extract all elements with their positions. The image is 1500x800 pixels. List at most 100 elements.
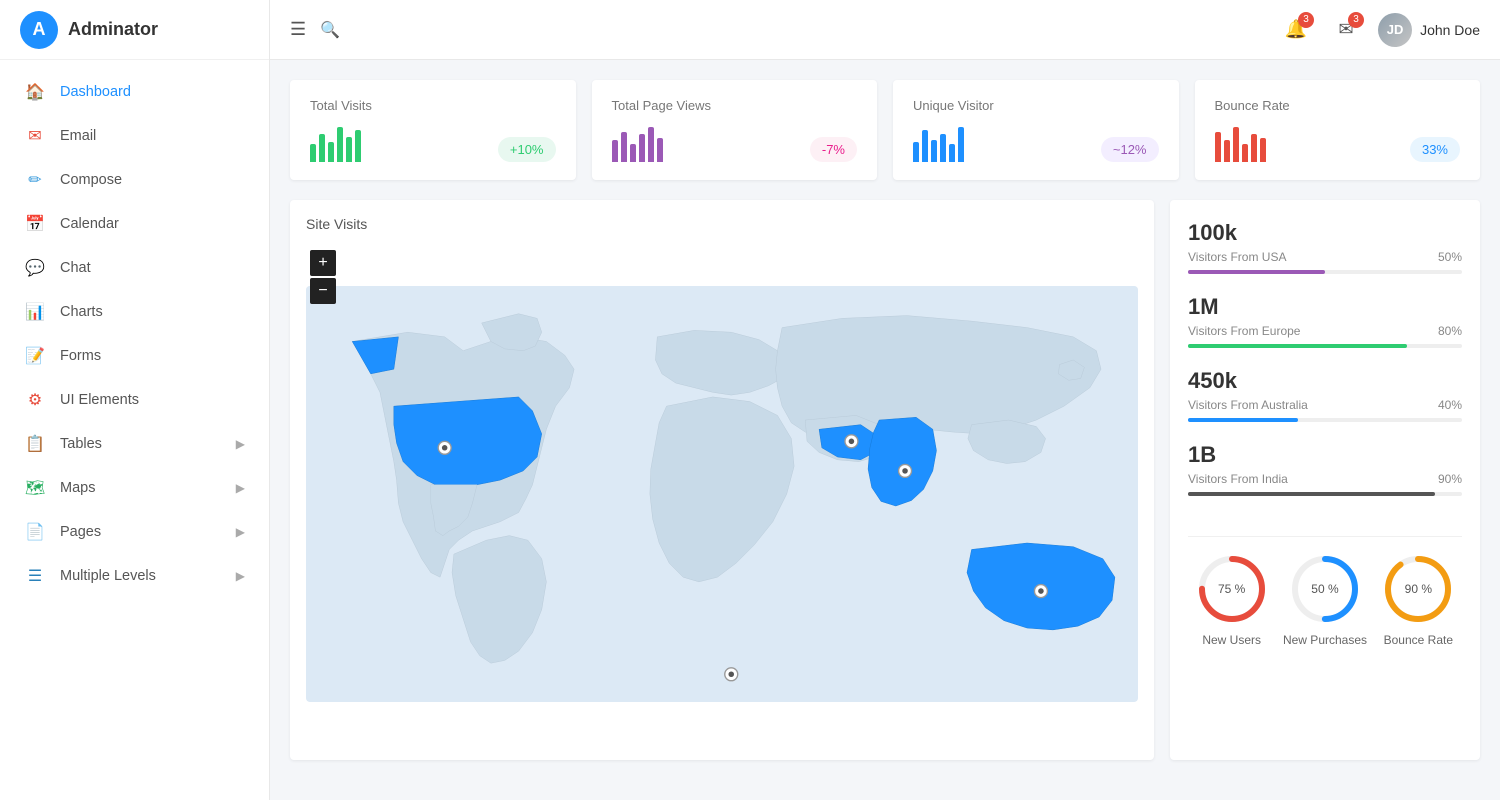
ui-icon: ⚙ <box>24 389 46 411</box>
sidebar-item-label: Compose <box>60 172 122 188</box>
zoom-out-button[interactable]: − <box>310 278 336 304</box>
sidebar-item-forms[interactable]: 📝 Forms <box>0 334 269 378</box>
levels-icon: ☰ <box>24 565 46 587</box>
sidebar-logo: A Adminator <box>0 0 269 60</box>
donut-chart: 90 % <box>1382 553 1454 625</box>
visitor-stat: 100k Visitors From USA 50% <box>1188 220 1462 276</box>
sidebar-item-compose[interactable]: ✏ Compose <box>0 158 269 202</box>
expand-arrow-icon: ▶ <box>236 437 245 451</box>
sidebar-item-charts[interactable]: 📊 Charts <box>0 290 269 334</box>
sidebar-item-maps[interactable]: 🗺 Maps ▶ <box>0 466 269 510</box>
stat-body: ~12% <box>913 127 1159 162</box>
username: John Doe <box>1420 22 1480 38</box>
visitor-pct: 40% <box>1438 398 1462 412</box>
visitor-amount: 450k <box>1188 368 1462 394</box>
home-icon: 🏠 <box>24 81 46 103</box>
main-area: ☰ 🔍 🔔 3 ✉ 3 JD John Doe Total Visits +10… <box>270 0 1500 800</box>
stat-badge: -7% <box>810 137 857 162</box>
stat-body: 33% <box>1215 127 1461 162</box>
bar <box>630 144 636 162</box>
avatar: JD <box>1378 13 1412 47</box>
bar <box>913 142 919 162</box>
sidebar-item-label: Pages <box>60 524 101 540</box>
visitor-label: Visitors From Australia <box>1188 398 1308 412</box>
bar <box>621 132 627 162</box>
logo-icon: A <box>20 11 58 49</box>
visitor-label: Visitors From USA <box>1188 250 1286 264</box>
sidebar-item-calendar[interactable]: 📅 Calendar <box>0 202 269 246</box>
compose-icon: ✏ <box>24 169 46 191</box>
stat-card-0: Total Visits +10% <box>290 80 576 180</box>
visitor-label-row: Visitors From Australia 40% <box>1188 398 1462 412</box>
sidebar-item-label: Multiple Levels <box>60 568 156 584</box>
bar <box>1251 134 1257 162</box>
hamburger-button[interactable]: ☰ <box>290 19 306 40</box>
donut-label: Bounce Rate <box>1384 633 1453 647</box>
visitor-stat: 1M Visitors From Europe 80% <box>1188 294 1462 350</box>
content-area: Total Visits +10% Total Page Views -7% U… <box>270 60 1500 800</box>
progress-bar <box>1188 418 1462 422</box>
stat-badge: 33% <box>1410 137 1460 162</box>
stat-card-1: Total Page Views -7% <box>592 80 878 180</box>
user-menu[interactable]: JD John Doe <box>1378 13 1480 47</box>
progress-bar <box>1188 492 1462 496</box>
sidebar-item-pages[interactable]: 📄 Pages ▶ <box>0 510 269 554</box>
stat-cards: Total Visits +10% Total Page Views -7% U… <box>290 80 1480 180</box>
donut-chart: 75 % <box>1196 553 1268 625</box>
calendar-icon: 📅 <box>24 213 46 235</box>
donut-label: New Users <box>1202 633 1261 647</box>
charts-icon: 📊 <box>24 301 46 323</box>
progress-bar <box>1188 270 1462 274</box>
progress-bar <box>1188 344 1462 348</box>
expand-arrow-icon: ▶ <box>236 525 245 539</box>
sidebar-nav: 🏠 Dashboard ✉ Email ✏ Compose 📅 Calendar… <box>0 60 269 608</box>
bar <box>949 144 955 162</box>
sidebar-item-label: Dashboard <box>60 84 131 100</box>
visitor-stat: 450k Visitors From Australia 40% <box>1188 368 1462 424</box>
donut-pct: 75 % <box>1218 582 1245 596</box>
bar <box>657 138 663 162</box>
visitor-amount: 1B <box>1188 442 1462 468</box>
stat-title: Total Visits <box>310 98 556 113</box>
pages-icon: 📄 <box>24 521 46 543</box>
app-name: Adminator <box>68 19 158 40</box>
zoom-in-button[interactable]: + <box>310 250 336 276</box>
sidebar-item-email[interactable]: ✉ Email <box>0 114 269 158</box>
header: ☰ 🔍 🔔 3 ✉ 3 JD John Doe <box>270 0 1500 60</box>
sidebar-item-multiple-levels[interactable]: ☰ Multiple Levels ▶ <box>0 554 269 598</box>
sidebar-item-dashboard[interactable]: 🏠 Dashboard <box>0 70 269 114</box>
email-icon: ✉ <box>24 125 46 147</box>
visitor-label-row: Visitors From India 90% <box>1188 472 1462 486</box>
sidebar-item-ui-elements[interactable]: ⚙ UI Elements <box>0 378 269 422</box>
donut-row: 75 % New Users 50 % New Purchases 90 % B… <box>1188 536 1462 647</box>
sidebar-item-chat[interactable]: 💬 Chat <box>0 246 269 290</box>
progress-fill <box>1188 344 1407 348</box>
sidebar-item-label: Maps <box>60 480 95 496</box>
notification-button[interactable]: 🔔 3 <box>1278 12 1314 48</box>
email-badge: 3 <box>1348 12 1364 28</box>
progress-fill <box>1188 492 1435 496</box>
bar <box>1224 140 1230 162</box>
maps-icon: 🗺 <box>24 477 46 499</box>
visitor-label: Visitors From India <box>1188 472 1288 486</box>
donut-item: 50 % New Purchases <box>1283 553 1367 647</box>
forms-icon: 📝 <box>24 345 46 367</box>
stat-bars <box>913 127 964 162</box>
donut-pct: 50 % <box>1311 582 1338 596</box>
visitor-label-row: Visitors From USA 50% <box>1188 250 1462 264</box>
visitor-pct: 90% <box>1438 472 1462 486</box>
bar <box>1215 132 1221 162</box>
bar <box>1260 138 1266 162</box>
sidebar-item-tables[interactable]: 📋 Tables ▶ <box>0 422 269 466</box>
expand-arrow-icon: ▶ <box>236 569 245 583</box>
stat-bars <box>310 127 361 162</box>
world-map <box>306 244 1138 744</box>
bar <box>922 130 928 162</box>
map-title: Site Visits <box>306 216 1138 232</box>
email-button[interactable]: ✉ 3 <box>1328 12 1364 48</box>
search-button[interactable]: 🔍 <box>320 20 340 40</box>
donut-pct: 90 % <box>1405 582 1432 596</box>
bar <box>346 137 352 162</box>
sidebar-item-label: Chat <box>60 260 91 276</box>
notification-badge: 3 <box>1298 12 1314 28</box>
